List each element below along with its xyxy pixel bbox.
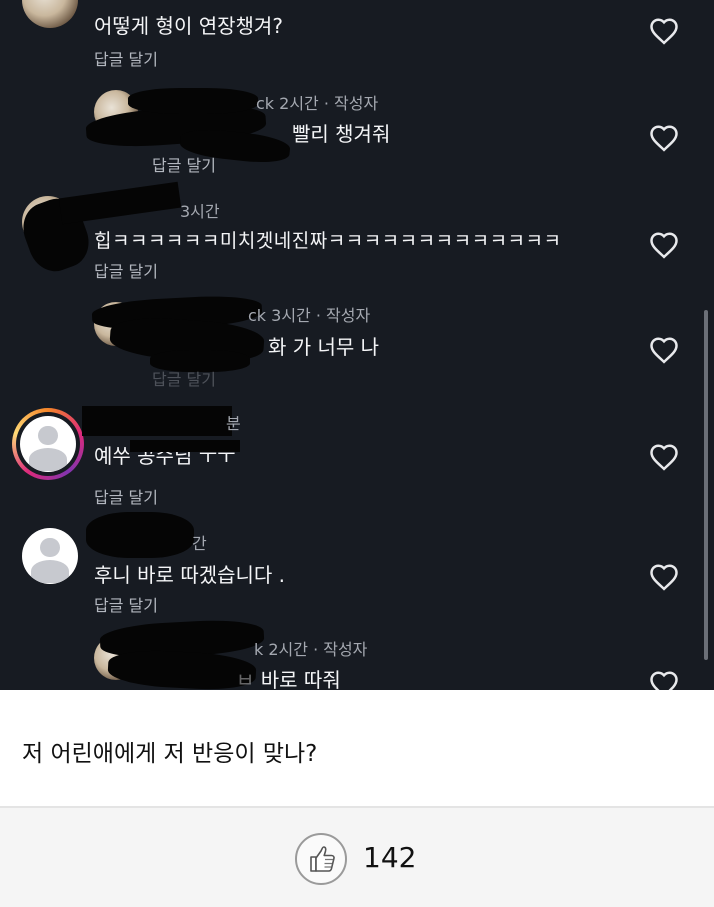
heart-icon[interactable]	[649, 443, 679, 471]
reply-link[interactable]: 답글 달기	[94, 258, 158, 282]
heart-icon[interactable]	[649, 231, 679, 259]
commenter-avatar[interactable]	[22, 0, 78, 28]
comment-text-fragment: ㅂ	[236, 668, 255, 690]
avatar-head	[38, 426, 58, 446]
avatar-body	[28, 448, 68, 471]
like-button[interactable]	[295, 833, 347, 885]
redaction-mark	[82, 406, 232, 436]
comment-meta: ck 3시간 · 작성자	[248, 302, 370, 326]
reply-link[interactable]: 답글 달기	[152, 366, 216, 390]
like-count: 142	[363, 841, 417, 874]
timestamp-author: 3시간 · 작성자	[271, 306, 371, 325]
default-avatar-icon[interactable]	[22, 528, 78, 584]
comment-text: ㅂ 바로 따줘	[236, 664, 341, 690]
default-avatar-icon	[20, 416, 76, 472]
comment-text: 후니 바로 따겠습니다 .	[94, 563, 286, 587]
comment-text: 빨리 챙겨줘	[292, 122, 391, 146]
comment-meta: ck 2시간 · 작성자	[256, 90, 378, 114]
avatar-head	[40, 538, 60, 558]
redaction-mark	[107, 648, 257, 690]
comment-text: 힙ㅋㅋㅋㅋㅋㅋ미치겟네진짜ㅋㅋㅋㅋㅋㅋㅋㅋㅋㅋㅋㅋㅋ	[94, 226, 562, 253]
username-fragment: ck	[248, 306, 267, 325]
comment-meta: k 2시간 · 작성자	[254, 636, 367, 660]
comment-timestamp: 간	[192, 534, 207, 553]
heart-icon[interactable]	[649, 563, 679, 591]
heart-icon[interactable]	[649, 336, 679, 364]
reply-link[interactable]: 답글 달기	[94, 46, 158, 70]
comment-text: 화 가 너무 나	[268, 335, 380, 359]
timestamp-author: 2시간 · 작성자	[279, 94, 379, 113]
heart-icon[interactable]	[649, 124, 679, 152]
redaction-mark	[128, 88, 258, 114]
reply-link[interactable]: 답글 달기	[94, 484, 158, 508]
comment-text-body: ㅋㅋㅋㅋㅋㅋ미치겟네진짜ㅋㅋㅋㅋㅋㅋㅋㅋㅋㅋㅋㅋㅋ	[111, 230, 562, 252]
heart-icon[interactable]	[649, 17, 679, 45]
username-fragment: ck	[256, 94, 275, 113]
timestamp-author: 2시간 · 작성자	[268, 640, 368, 659]
redaction-mark	[58, 181, 182, 225]
comment-text: 어떻게 형이 연장챙겨?	[94, 14, 283, 38]
comment-text-body: 바로 따줘	[260, 668, 341, 690]
reply-link[interactable]: 답글 달기	[94, 592, 158, 616]
post-text: 저 어린애에게 저 반응이 맞나?	[22, 741, 318, 767]
thumbs-up-icon	[310, 846, 335, 872]
scrollbar[interactable]	[704, 310, 708, 660]
redaction-mark	[130, 440, 240, 452]
like-bar: 142	[0, 808, 714, 907]
reply-link[interactable]: 답글 달기	[152, 152, 216, 176]
avatar-body	[30, 560, 70, 583]
heart-icon[interactable]	[649, 670, 679, 690]
comment-timestamp: 3시간	[180, 202, 220, 221]
comment-text-fragment: 힙	[94, 230, 112, 252]
comment-thread-screenshot: 어떻게 형이 연장챙겨? 답글 달기 ck 2시간 · 작성자 빨리 챙겨줘 답…	[0, 0, 714, 690]
username-fragment: k	[254, 640, 264, 659]
comment-timestamp: 분	[226, 414, 241, 433]
redaction-mark	[86, 512, 194, 558]
story-ring[interactable]	[12, 408, 84, 480]
